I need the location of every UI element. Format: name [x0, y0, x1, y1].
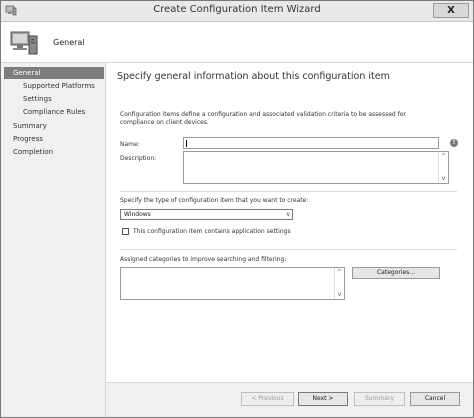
sidebar-item-completion[interactable]: Completion	[13, 146, 53, 158]
header-title: General	[53, 38, 85, 47]
wizard-sidebar: General Supported Platforms Settings Com…	[1, 63, 106, 417]
divider	[120, 249, 457, 250]
scroll-down-icon[interactable]: v	[439, 174, 448, 183]
close-button[interactable]: X	[433, 3, 469, 18]
page-description: Configuration items define a configurati…	[120, 111, 406, 126]
description-scrollbar[interactable]: ^ v	[438, 152, 448, 183]
divider	[120, 191, 457, 192]
type-select[interactable]: Windows v	[120, 209, 293, 220]
text-caret	[186, 140, 187, 147]
sidebar-item-compliance-rules[interactable]: Compliance Rules	[23, 106, 85, 118]
type-label: Specify the type of configuration item t…	[120, 197, 309, 204]
window-title: Create Configuration Item Wizard	[153, 4, 321, 15]
page-title: Specify general information about this c…	[117, 71, 390, 82]
previous-button[interactable]: < Previous	[241, 392, 294, 406]
wizard-footer: < Previous Next > Summary Cancel	[106, 382, 473, 417]
computer-icon	[10, 31, 38, 55]
categories-list[interactable]: ^ v	[120, 267, 345, 300]
name-label: Name:	[120, 141, 140, 148]
info-icon[interactable]: !	[450, 139, 458, 147]
scroll-down-icon[interactable]: v	[335, 290, 344, 299]
chevron-down-icon: v	[286, 211, 290, 218]
app-settings-label: This configuration item contains applica…	[133, 228, 291, 235]
description-label: Description:	[120, 155, 157, 162]
categories-button[interactable]: Categories...	[352, 267, 440, 279]
next-button[interactable]: Next >	[298, 392, 348, 406]
sidebar-item-progress[interactable]: Progress	[13, 133, 43, 145]
wizard-header: General	[1, 22, 473, 63]
summary-button[interactable]: Summary	[354, 392, 405, 406]
description-field[interactable]: ^ v	[183, 151, 449, 184]
sidebar-item-supported-platforms[interactable]: Supported Platforms	[23, 80, 95, 92]
cancel-button[interactable]: Cancel	[410, 392, 460, 406]
title-bar: Create Configuration Item Wizard X	[1, 1, 473, 22]
categories-scrollbar[interactable]: ^ v	[334, 268, 344, 299]
wizard-main: Specify general information about this c…	[106, 63, 473, 382]
scroll-up-icon[interactable]: ^	[335, 268, 344, 277]
sidebar-item-summary[interactable]: Summary	[13, 120, 47, 132]
wizard-window: Create Configuration Item Wizard X Gener…	[0, 0, 474, 418]
sidebar-item-general[interactable]: General	[4, 67, 104, 79]
name-field[interactable]	[183, 137, 439, 149]
sidebar-item-settings[interactable]: Settings	[23, 93, 52, 105]
scroll-up-icon[interactable]: ^	[439, 152, 448, 161]
categories-label: Assigned categories to improve searching…	[120, 256, 287, 263]
app-settings-checkbox[interactable]	[122, 228, 129, 235]
